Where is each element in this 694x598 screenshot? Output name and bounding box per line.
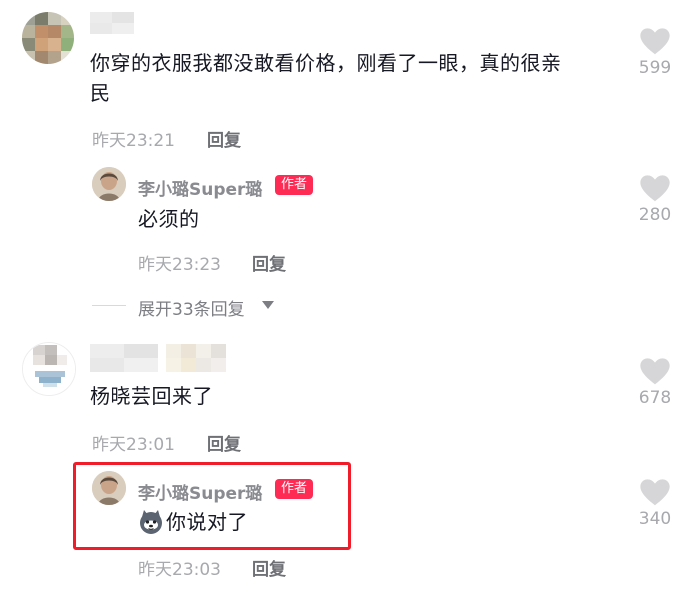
avatar[interactable] <box>22 342 76 396</box>
comment-timestamp: 昨天23:21 <box>92 131 175 151</box>
pixelated-avatar-image <box>23 343 75 395</box>
like-count: 678 <box>638 388 672 408</box>
blurred-username[interactable] <box>90 12 134 34</box>
reply-button[interactable]: 回复 <box>207 430 241 455</box>
comment-text: 你穿的衣服我都没敢看价格，刚看了一眼，真的很亲 <box>90 51 562 75</box>
like-count: 340 <box>638 509 672 529</box>
reply-text: 必须的 <box>138 207 200 231</box>
reply-author-name[interactable]: 李小璐Super璐 <box>138 175 262 200</box>
comment-timestamp: 昨天23:01 <box>92 435 175 455</box>
heart-icon[interactable] <box>639 174 671 202</box>
heart-icon[interactable] <box>639 478 671 506</box>
author-photo-image <box>92 471 126 505</box>
reply-timestamp: 昨天23:03 <box>138 560 221 580</box>
husky-emoji-icon <box>140 510 162 534</box>
blurred-username[interactable] <box>90 344 226 372</box>
reply-author-name[interactable]: 李小璐Super璐 <box>138 479 262 504</box>
caret-down-icon[interactable] <box>261 299 275 311</box>
like-count: 280 <box>638 205 672 225</box>
heart-icon[interactable] <box>639 27 671 55</box>
reply-button[interactable]: 回复 <box>252 250 286 275</box>
comment-text-continued: 民 <box>90 81 111 105</box>
reply-button[interactable]: 回复 <box>252 555 286 580</box>
expand-replies-label: 展开33条回复 <box>138 300 245 320</box>
pixelated-avatar-image <box>22 12 74 64</box>
expand-replies-button[interactable]: 展开33条回复 <box>138 295 245 320</box>
author-avatar[interactable] <box>92 167 126 201</box>
avatar[interactable] <box>22 12 74 64</box>
reply-timestamp: 昨天23:23 <box>138 255 221 275</box>
comment-text: 杨晓芸回来了 <box>90 384 213 408</box>
author-badge: 作者 <box>275 479 314 499</box>
reply-text: 你说对了 <box>166 510 248 534</box>
expand-divider <box>92 305 126 306</box>
like-count: 599 <box>638 58 672 78</box>
heart-icon[interactable] <box>639 357 671 385</box>
author-avatar[interactable] <box>92 471 126 505</box>
author-badge: 作者 <box>275 175 314 195</box>
reply-button[interactable]: 回复 <box>207 126 241 151</box>
author-photo-image <box>92 167 126 201</box>
